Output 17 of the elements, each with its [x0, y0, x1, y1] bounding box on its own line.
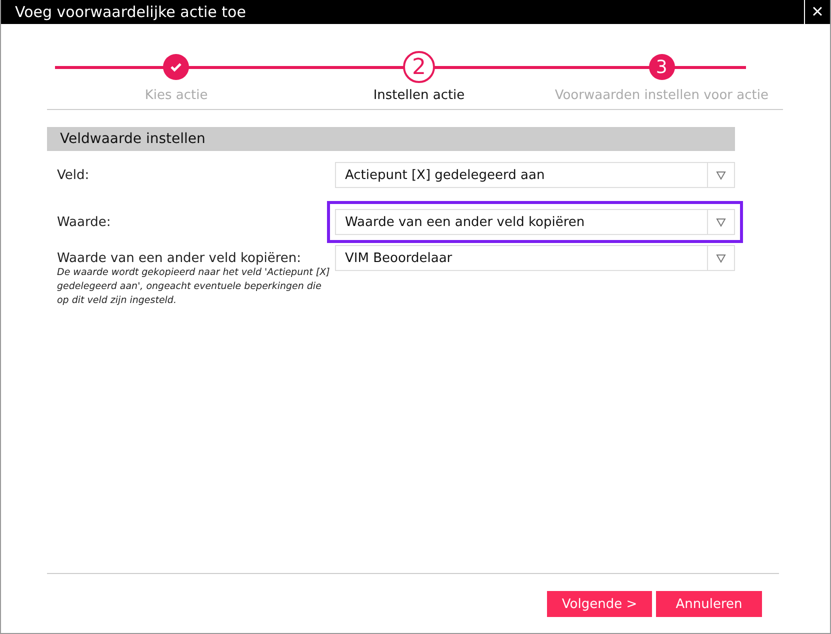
- dropdown-field[interactable]: Actiepunt [X] gedelegeerd aan: [335, 162, 735, 188]
- check-icon: [170, 62, 182, 72]
- step-label: Voorwaarden instellen voor actie: [554, 88, 768, 103]
- dropdown-field[interactable]: VIM Beoordelaar: [335, 245, 735, 271]
- step-number: 3: [656, 56, 668, 78]
- field-label: Waarde van een ander veld kopiëren:: [57, 250, 302, 266]
- section-title: Veldwaarde instellen: [59, 131, 206, 147]
- dropdown-field[interactable]: Waarde van een ander veld kopiëren: [335, 209, 735, 235]
- field-hint: De waarde wordt gekopieerd naar het veld 'Actiepunt [X] gedelegeerd aan', ongeacht eventuele beperkingen die op dit veld zijn ingesteld.: [57, 266, 331, 308]
- step-number: 2: [412, 54, 426, 80]
- cancel-button[interactable]: Annuleren: [656, 591, 762, 617]
- field-label: Veld:: [57, 167, 90, 183]
- field-label: Waarde:: [57, 214, 112, 230]
- step-label: Kies actie: [144, 88, 208, 103]
- next-button[interactable]: Volgende >: [547, 591, 652, 617]
- step-label: Instellen actie: [373, 88, 465, 103]
- window-title: Voeg voorwaardelijke actie toe: [14, 3, 246, 21]
